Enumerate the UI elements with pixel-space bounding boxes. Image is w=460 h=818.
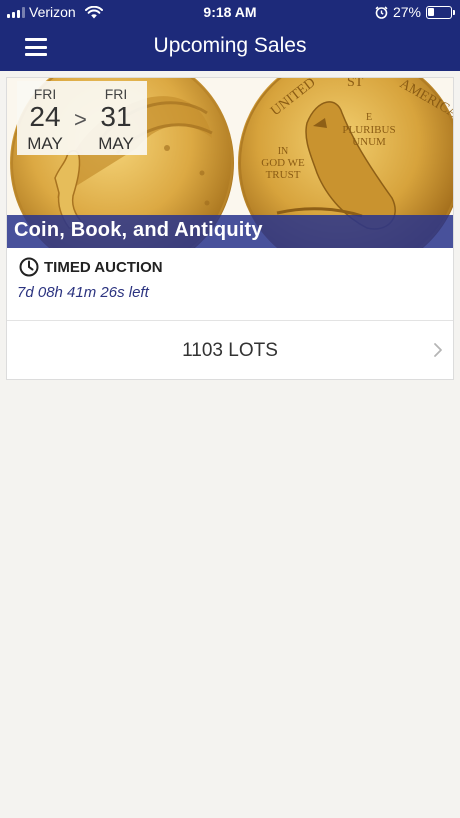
sale-image[interactable]: UNITED ST AMERICA E PLURIBUS UNUM IN GOD…	[7, 78, 453, 248]
chevron-right-icon	[434, 343, 442, 357]
start-day: FRI	[33, 86, 57, 102]
lots-count: 1103 LOTS	[182, 340, 278, 361]
sale-title-bar: Coin, Book, and Antiquity	[7, 215, 453, 248]
end-date: 31	[100, 101, 132, 132]
status-bar: Verizon 9:18 AM 27%	[0, 0, 460, 24]
svg-text:PLURIBUS: PLURIBUS	[342, 124, 395, 136]
start-date: 24	[29, 101, 61, 132]
nav-bar: Verizon 9:18 AM 27% Upcoming Sales	[0, 0, 460, 71]
date-separator: >	[74, 107, 87, 132]
page-title: Upcoming Sales	[153, 34, 307, 57]
svg-text:E: E	[366, 112, 372, 123]
sale-title: Coin, Book, and Antiquity	[14, 219, 263, 241]
svg-text:GOD WE: GOD WE	[261, 157, 305, 169]
svg-text:IN: IN	[278, 146, 289, 157]
date-range-badge: FRI 24 MAY > FRI 31 MAY	[17, 81, 147, 155]
end-day: FRI	[104, 86, 128, 102]
sale-card[interactable]: UNITED ST AMERICA E PLURIBUS UNUM IN GOD…	[6, 77, 454, 380]
svg-text:UNUM: UNUM	[352, 136, 386, 148]
sale-type-label: TIMED AUCTION	[44, 258, 163, 276]
sale-type-row: TIMED AUCTION	[19, 257, 163, 277]
clock-icon	[19, 257, 39, 277]
battery-percent: 27%	[392, 4, 421, 20]
status-right: 27%	[375, 4, 455, 20]
end-month: MAY	[98, 134, 134, 153]
battery-icon	[426, 5, 455, 19]
svg-text:TRUST: TRUST	[266, 169, 301, 181]
lots-button[interactable]: 1103 LOTS	[7, 321, 453, 380]
start-month: MAY	[27, 134, 63, 153]
time-left: 7d 08h 41m 26s left	[17, 284, 149, 301]
alarm-icon	[375, 5, 388, 19]
svg-text:ST: ST	[347, 78, 364, 90]
